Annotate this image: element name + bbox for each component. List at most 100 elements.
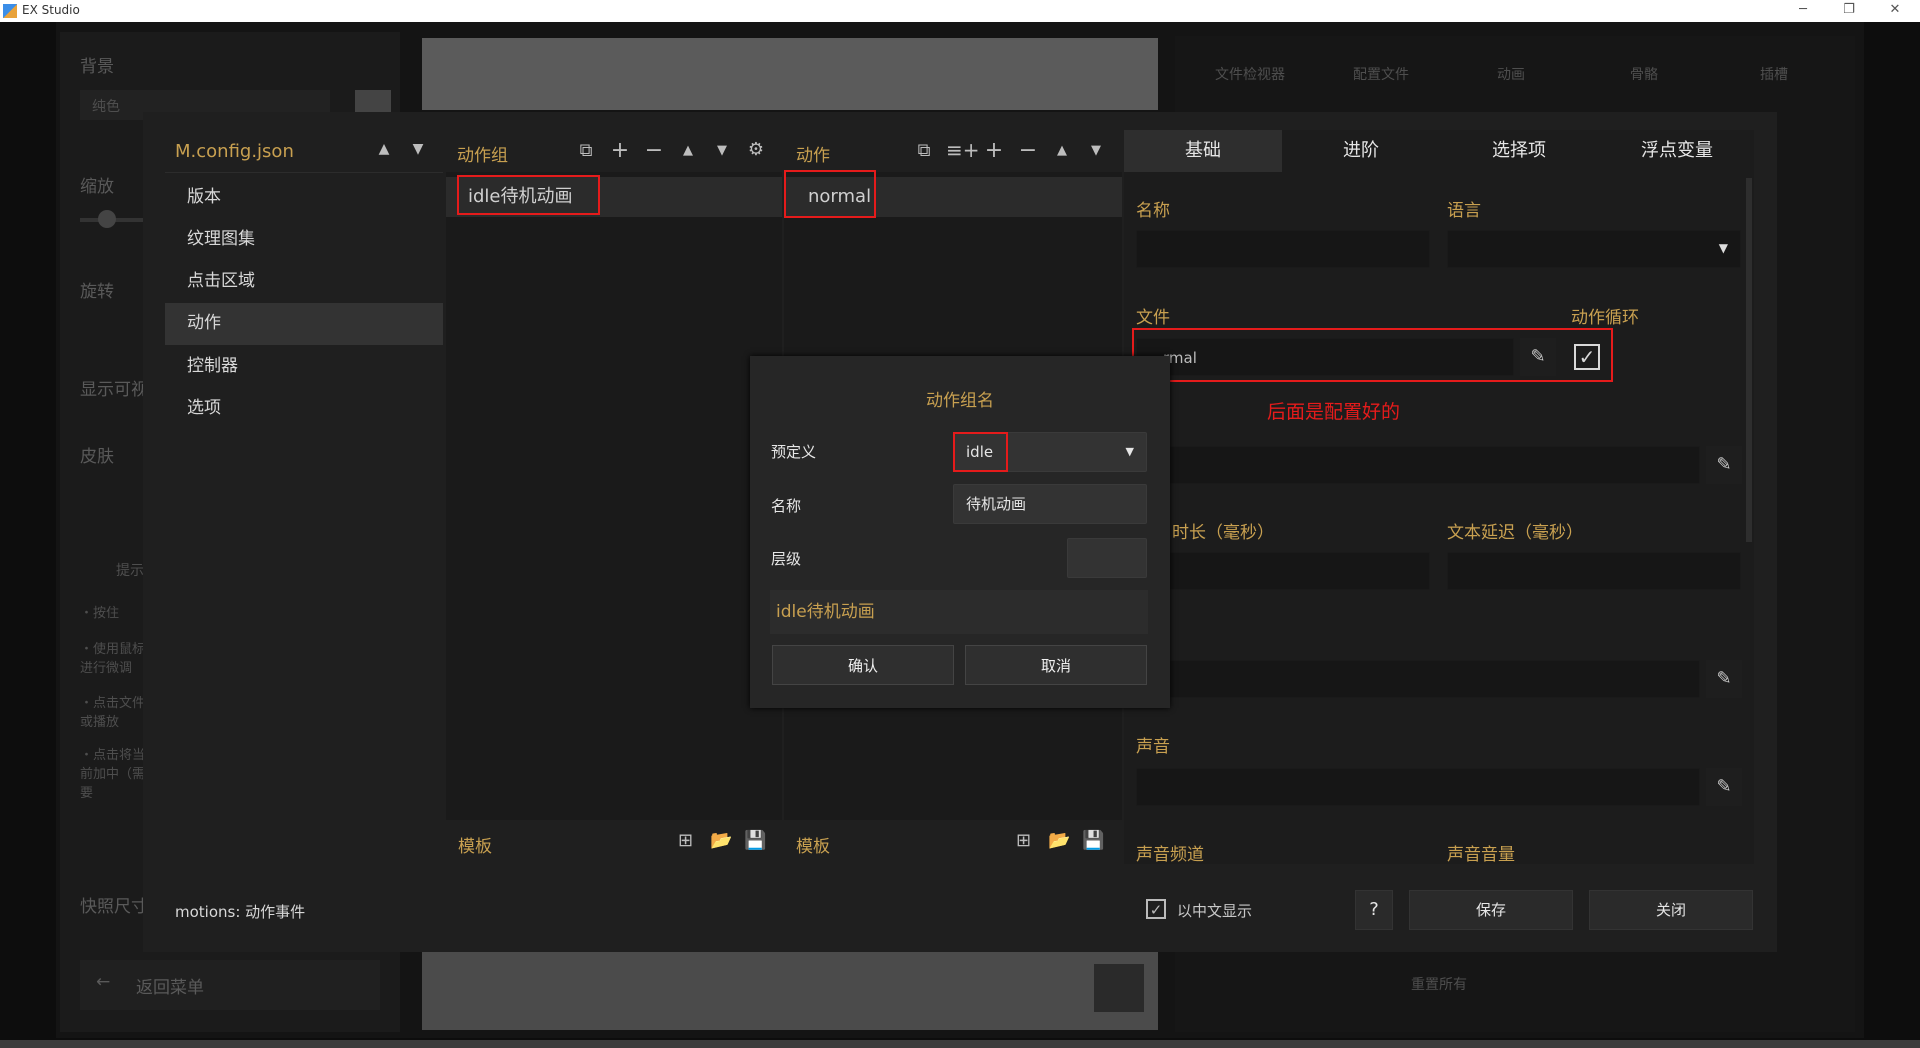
- tab-basic[interactable]: 基础: [1124, 130, 1282, 172]
- motion-down-icon[interactable]: ▼: [1084, 143, 1108, 158]
- bg-slider-knob: [98, 210, 116, 228]
- motion-template-add-icon[interactable]: ⊞: [1016, 830, 1031, 851]
- bg-label-snapshot: 快照尺寸: [80, 897, 148, 917]
- template-add-icon[interactable]: ⊞: [678, 830, 693, 851]
- bg-tip-2: ・使用鼠标进行微调: [80, 642, 146, 676]
- modal-name-input[interactable]: 待机动画: [953, 484, 1147, 524]
- file-label: 文件: [1136, 308, 1170, 328]
- confirm-button[interactable]: 确认: [772, 645, 954, 685]
- group-down-icon[interactable]: ▼: [710, 143, 734, 158]
- motion-add-icon[interactable]: +: [982, 138, 1006, 163]
- sidebar-item-controllers[interactable]: 控制器: [165, 346, 443, 386]
- sound-input[interactable]: [1136, 768, 1700, 806]
- bg-tab-3: 动画: [1497, 67, 1525, 83]
- text-input[interactable]: [1136, 660, 1700, 698]
- sidebar-item-texture-atlas[interactable]: 纹理图集: [165, 219, 443, 259]
- motion-groups-list: [446, 172, 782, 820]
- sound-volume-label: 声音音量: [1447, 845, 1515, 865]
- sidebar-item-motions[interactable]: 动作: [165, 303, 443, 345]
- expression-edit-pencil-icon[interactable]: ✎: [1706, 446, 1742, 484]
- save-button[interactable]: 保存: [1409, 890, 1573, 930]
- motion-up-icon[interactable]: ▲: [1050, 143, 1074, 158]
- expression-input[interactable]: [1136, 446, 1700, 484]
- insert-list-icon[interactable]: ≡+: [946, 138, 980, 162]
- motion-highlight-box: [784, 170, 876, 218]
- chinese-display-label: 以中文显示: [1177, 902, 1253, 920]
- close-button[interactable]: 关闭: [1589, 890, 1753, 930]
- bg-select-value: 纯色: [92, 99, 120, 115]
- bg-label-tips: 提示: [116, 563, 144, 579]
- window-titlebar: EX Studio ─ ❐ ✕: [0, 0, 1920, 22]
- groups-template-label: 模板: [458, 837, 492, 857]
- chinese-display-checkbox[interactable]: ✓: [1146, 899, 1166, 919]
- motions-template-bar: 模板 ⊞ 📂 💾: [784, 822, 1122, 864]
- background-canvas-bottom: [422, 952, 1158, 1030]
- modal-name-label: 名称: [771, 497, 802, 515]
- restore-icon[interactable]: ❐: [1826, 0, 1872, 22]
- template-open-folder-icon[interactable]: 📂: [710, 830, 732, 851]
- move-up-icon[interactable]: ▲: [372, 141, 396, 157]
- bg-label-background: 背景: [80, 57, 114, 77]
- properties-scrollbar[interactable]: [1746, 178, 1752, 542]
- gear-icon[interactable]: ⚙: [744, 139, 768, 160]
- cancel-button[interactable]: 取消: [965, 645, 1147, 685]
- language-select[interactable]: ▼: [1447, 230, 1741, 268]
- bg-label-skin: 皮肤: [80, 447, 114, 467]
- chevron-down-icon: ▼: [1718, 241, 1728, 255]
- sidebar-item-version[interactable]: 版本: [165, 177, 443, 217]
- predefined-label: 预定义: [771, 443, 817, 461]
- tab-choices[interactable]: 选择项: [1440, 130, 1598, 172]
- bg-label-rotate: 旋转: [80, 282, 114, 302]
- file-highlight-box: [1132, 328, 1613, 382]
- minimize-icon[interactable]: ─: [1780, 0, 1826, 22]
- sidebar-item-options[interactable]: 选项: [165, 388, 443, 428]
- sidebar-divider: [165, 172, 443, 173]
- duration-input[interactable]: [1136, 552, 1430, 590]
- bg-panel-toggle-icon: [1094, 964, 1144, 1012]
- add-icon[interactable]: +: [608, 138, 632, 163]
- background-canvas-top: [422, 38, 1158, 110]
- move-down-icon[interactable]: ▼: [406, 141, 430, 157]
- sound-edit-pencil-icon[interactable]: ✎: [1706, 768, 1742, 806]
- sound-label: 声音: [1136, 737, 1170, 757]
- annotation-text: 后面是配置好的: [1267, 401, 1401, 423]
- motions-template-label: 模板: [796, 837, 830, 857]
- template-save-icon[interactable]: 💾: [744, 830, 766, 851]
- motion-remove-icon[interactable]: −: [1016, 138, 1040, 163]
- duplicate-icon[interactable]: ⧉: [574, 140, 598, 161]
- bg-tab-4: 骨骼: [1630, 67, 1658, 83]
- name-input[interactable]: [1136, 230, 1430, 268]
- app-logo-icon: [3, 4, 17, 18]
- layer-label: 层级: [771, 550, 802, 568]
- bg-tip-1: ・按住: [80, 606, 120, 621]
- bg-back-menu: ← 返回菜单: [80, 960, 380, 1010]
- help-button[interactable]: ?: [1355, 890, 1393, 930]
- predefined-highlight-box: [953, 432, 1008, 472]
- motion-template-save-icon[interactable]: 💾: [1082, 830, 1104, 851]
- language-label: 语言: [1447, 201, 1481, 221]
- bg-label-visible: 显示可视: [80, 380, 148, 400]
- bg-tip-4: ・点击将当前加中（需要: [80, 748, 146, 801]
- motion-duplicate-icon[interactable]: ⧉: [912, 140, 936, 161]
- layer-input[interactable]: [1067, 538, 1147, 578]
- group-up-icon[interactable]: ▲: [676, 143, 700, 158]
- close-window-icon[interactable]: ✕: [1872, 0, 1918, 22]
- bg-tip-3: ・点击文件或播放: [80, 696, 146, 730]
- group-highlight-box: [457, 175, 600, 215]
- bg-tab-1: 文件检视器: [1215, 67, 1285, 83]
- bottom-status-strip: [0, 1040, 1920, 1048]
- predefined-chevron-down-icon: ▼: [1125, 445, 1134, 458]
- remove-icon[interactable]: −: [642, 138, 666, 163]
- groups-template-bar: 模板 ⊞ 📂 💾: [446, 822, 782, 864]
- text-delay-input[interactable]: [1447, 552, 1741, 590]
- tab-float-vars[interactable]: 浮点变量: [1598, 130, 1756, 172]
- bg-reset-all: 重置所有: [1411, 977, 1467, 993]
- tab-advanced[interactable]: 进阶: [1282, 130, 1440, 172]
- window-title: EX Studio: [22, 3, 80, 17]
- sidebar-item-hit-area[interactable]: 点击区域: [165, 261, 443, 301]
- text-edit-pencil-icon[interactable]: ✎: [1706, 660, 1742, 698]
- status-text: motions: 动作事件: [175, 903, 306, 921]
- text-delay-label: 文本延迟（毫秒）: [1447, 523, 1583, 543]
- sound-channel-label: 声音频道: [1136, 845, 1204, 865]
- motion-template-open-folder-icon[interactable]: 📂: [1048, 830, 1070, 851]
